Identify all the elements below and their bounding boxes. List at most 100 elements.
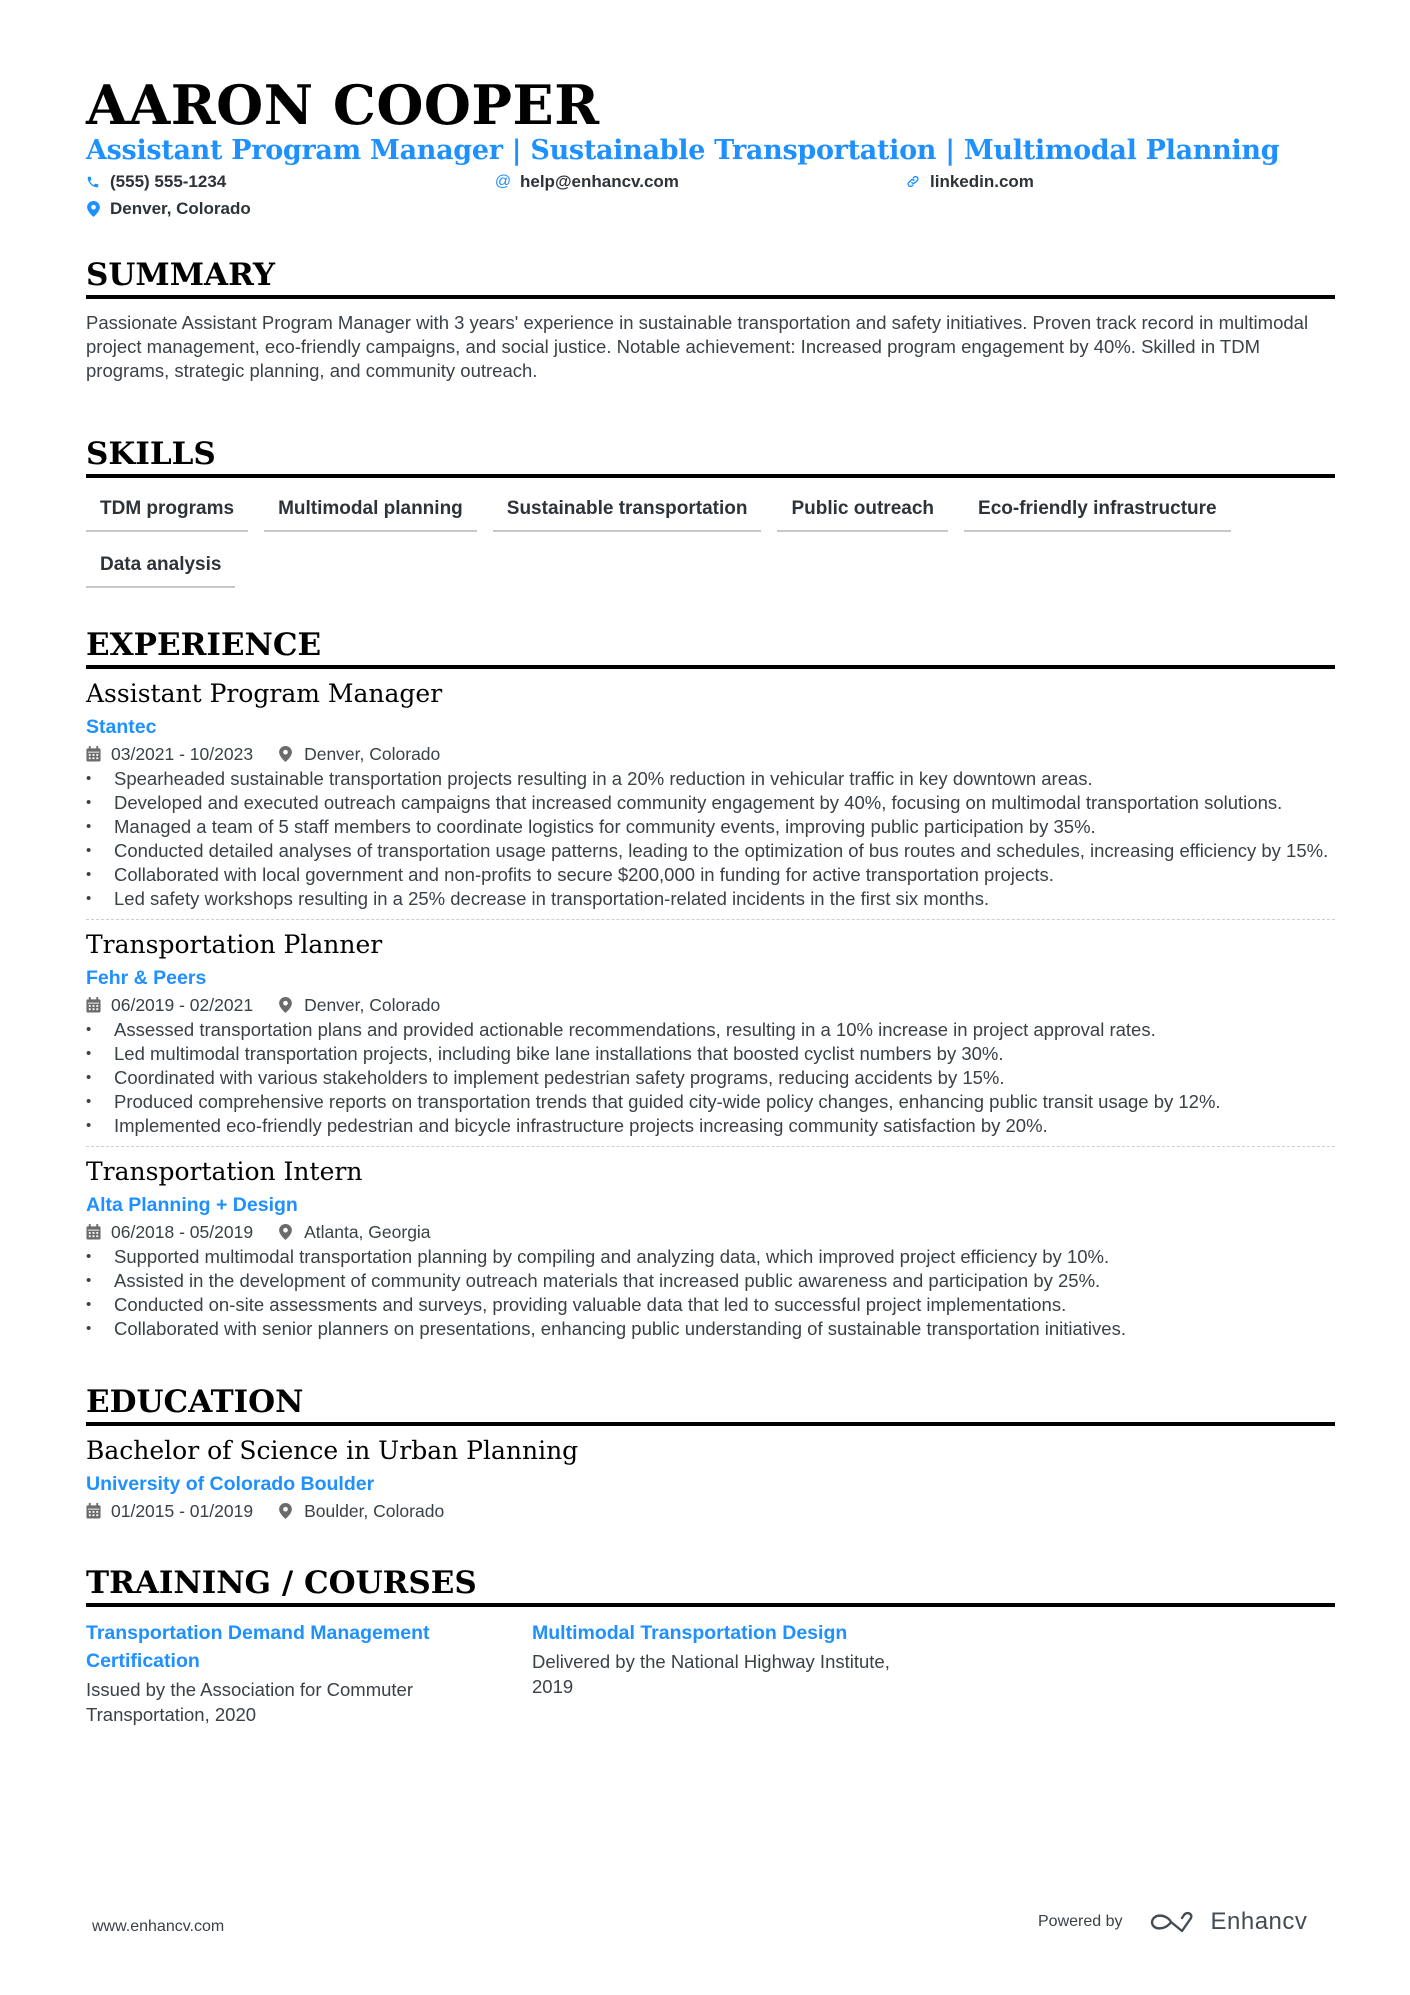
course-description: Delivered by the National Highway Instit… xyxy=(532,1651,890,1697)
section-divider xyxy=(86,474,1335,478)
contact-location: Denver, Colorado xyxy=(86,197,496,220)
bullet-item: Conducted on-site assessments and survey… xyxy=(86,1293,1335,1317)
calendar-icon xyxy=(86,745,102,763)
section-divider xyxy=(86,295,1335,299)
company-name[interactable]: Fehr & Peers xyxy=(86,964,1335,992)
bullet-item: Led multimodal transportation projects, … xyxy=(86,1042,1335,1066)
training-heading: TRAINING / COURSES xyxy=(86,1565,477,1601)
training-section: TRAINING / COURSES Transportation Demand… xyxy=(86,1564,1335,1727)
school-name[interactable]: University of Colorado Boulder xyxy=(86,1470,1335,1498)
experience-entry: Transportation Planner Fehr & Peers 06/2… xyxy=(86,919,1335,1146)
contact-linkedin-text: linkedin.com xyxy=(930,171,1034,191)
contact-location-text: Denver, Colorado xyxy=(110,198,251,218)
section-divider xyxy=(86,1603,1335,1607)
education-location: Boulder, Colorado xyxy=(304,1501,445,1521)
link-icon xyxy=(906,174,920,190)
skill-tag: Eco-friendly infrastructure xyxy=(964,492,1231,532)
calendar-icon xyxy=(86,1223,102,1241)
powered-by-label: Powered by xyxy=(1038,1913,1123,1930)
bullet-item: Produced comprehensive reports on transp… xyxy=(86,1090,1335,1114)
job-title: Transportation Intern xyxy=(86,1157,363,1186)
summary-heading: SUMMARY xyxy=(86,257,276,293)
skill-tag: Multimodal planning xyxy=(264,492,477,532)
resume-page: AARON COOPER Assistant Program Manager |… xyxy=(86,74,1335,1727)
contact-phone[interactable]: (555) 555-1234 xyxy=(86,170,496,193)
job-dates: 06/2018 - 05/2019 xyxy=(111,1222,254,1242)
job-title: Assistant Program Manager xyxy=(86,679,443,708)
footer-website[interactable]: www.enhancv.com xyxy=(92,1918,224,1936)
bullet-item: Collaborated with local government and n… xyxy=(86,863,1335,887)
skill-tag: Sustainable transportation xyxy=(492,492,762,532)
bullet-item: Developed and executed outreach campaign… xyxy=(86,791,1335,815)
resume-header: AARON COOPER Assistant Program Manager |… xyxy=(86,74,1335,220)
enhancv-logo-icon xyxy=(1150,1911,1193,1933)
course-title: Transportation Demand Management Certifi… xyxy=(86,1622,430,1672)
job-location: Denver, Colorado xyxy=(304,744,441,764)
job-location: Denver, Colorado xyxy=(304,995,441,1015)
education-section: EDUCATION Bachelor of Science in Urban P… xyxy=(86,1383,1335,1524)
company-name[interactable]: Alta Planning + Design xyxy=(86,1191,1335,1219)
job-bullets: Spearheaded sustainable transportation p… xyxy=(86,767,1335,911)
course-description: Issued by the Association for Commuter T… xyxy=(86,1679,413,1725)
experience-entry: Assistant Program Manager Stantec 03/202… xyxy=(86,677,1335,919)
contact-info: (555) 555-1234 @ help@enhancv.com linked… xyxy=(86,170,1335,220)
education-dates: 01/2015 - 01/2019 xyxy=(111,1501,254,1521)
education-meta: 01/2015 - 01/2019 Boulder, Colorado xyxy=(86,1498,1335,1524)
bullet-item: Supported multimodal transportation plan… xyxy=(86,1245,1335,1269)
skill-tag: Public outreach xyxy=(777,492,949,532)
experience-heading: EXPERIENCE xyxy=(86,627,322,663)
footer-branding[interactable]: Powered by Enhancv xyxy=(1038,1908,1307,1936)
summary-section: SUMMARY Passionate Assistant Program Man… xyxy=(86,256,1335,383)
calendar-icon xyxy=(86,1502,102,1520)
bullet-item: Coordinated with various stakeholders to… xyxy=(86,1066,1335,1090)
bullet-item: Assisted in the development of community… xyxy=(86,1269,1335,1293)
course-title: Multimodal Transportation Design xyxy=(532,1622,848,1644)
contact-email-text: help@enhancv.com xyxy=(520,171,679,191)
skills-heading: SKILLS xyxy=(86,436,216,472)
location-icon xyxy=(279,1223,295,1241)
calendar-icon xyxy=(86,996,102,1014)
skill-tag: Data analysis xyxy=(86,548,236,588)
experience-entry: Transportation Intern Alta Planning + De… xyxy=(86,1146,1335,1349)
job-dates: 03/2021 - 10/2023 xyxy=(111,744,254,764)
bullet-item: Managed a team of 5 staff members to coo… xyxy=(86,815,1335,839)
job-bullets: Supported multimodal transportation plan… xyxy=(86,1245,1335,1341)
job-bullets: Assessed transportation plans and provid… xyxy=(86,1018,1335,1138)
bullet-item: Assessed transportation plans and provid… xyxy=(86,1018,1335,1042)
bullet-item: Collaborated with senior planners on pre… xyxy=(86,1317,1335,1341)
course-list: Transportation Demand Management Certifi… xyxy=(86,1619,1335,1727)
location-icon xyxy=(86,200,100,217)
phone-icon xyxy=(86,174,100,190)
brand-name: Enhancv xyxy=(1210,1908,1308,1935)
bullet-item: Spearheaded sustainable transportation p… xyxy=(86,767,1335,791)
at-icon: @ xyxy=(494,172,512,190)
experience-section: EXPERIENCE Assistant Program Manager Sta… xyxy=(86,626,1335,1349)
section-divider xyxy=(86,1422,1335,1426)
degree-title: Bachelor of Science in Urban Planning xyxy=(86,1436,579,1465)
section-divider xyxy=(86,665,1335,669)
bullet-item: Led safety workshops resulting in a 25% … xyxy=(86,887,1335,911)
job-meta: 03/2021 - 10/2023 Denver, Colorado xyxy=(86,741,1335,767)
job-meta: 06/2018 - 05/2019 Atlanta, Georgia xyxy=(86,1219,1335,1245)
contact-linkedin[interactable]: linkedin.com xyxy=(906,170,1316,193)
location-icon xyxy=(279,745,295,763)
company-name[interactable]: Stantec xyxy=(86,713,1335,741)
course-item: Transportation Demand Management Certifi… xyxy=(86,1619,516,1727)
location-icon xyxy=(279,996,295,1014)
bullet-item: Implemented eco-friendly pedestrian and … xyxy=(86,1114,1335,1138)
skills-section: SKILLS TDM programs Multimodal planning … xyxy=(86,435,1335,588)
contact-phone-text: (555) 555-1234 xyxy=(110,171,227,191)
candidate-name: AARON COOPER xyxy=(86,73,600,137)
candidate-headline: Assistant Program Manager | Sustainable … xyxy=(86,135,1280,166)
job-dates: 06/2019 - 02/2021 xyxy=(111,995,254,1015)
job-meta: 06/2019 - 02/2021 Denver, Colorado xyxy=(86,992,1335,1018)
bullet-item: Conducted detailed analyses of transport… xyxy=(86,839,1335,863)
course-item: Multimodal Transportation Design Deliver… xyxy=(532,1619,932,1727)
education-heading: EDUCATION xyxy=(86,1384,304,1420)
job-title: Transportation Planner xyxy=(86,930,383,959)
location-icon xyxy=(279,1502,295,1520)
contact-email[interactable]: @ help@enhancv.com xyxy=(494,170,906,193)
education-entry: Bachelor of Science in Urban Planning Un… xyxy=(86,1434,1335,1524)
job-location: Atlanta, Georgia xyxy=(304,1222,431,1242)
skill-tag: TDM programs xyxy=(86,492,249,532)
